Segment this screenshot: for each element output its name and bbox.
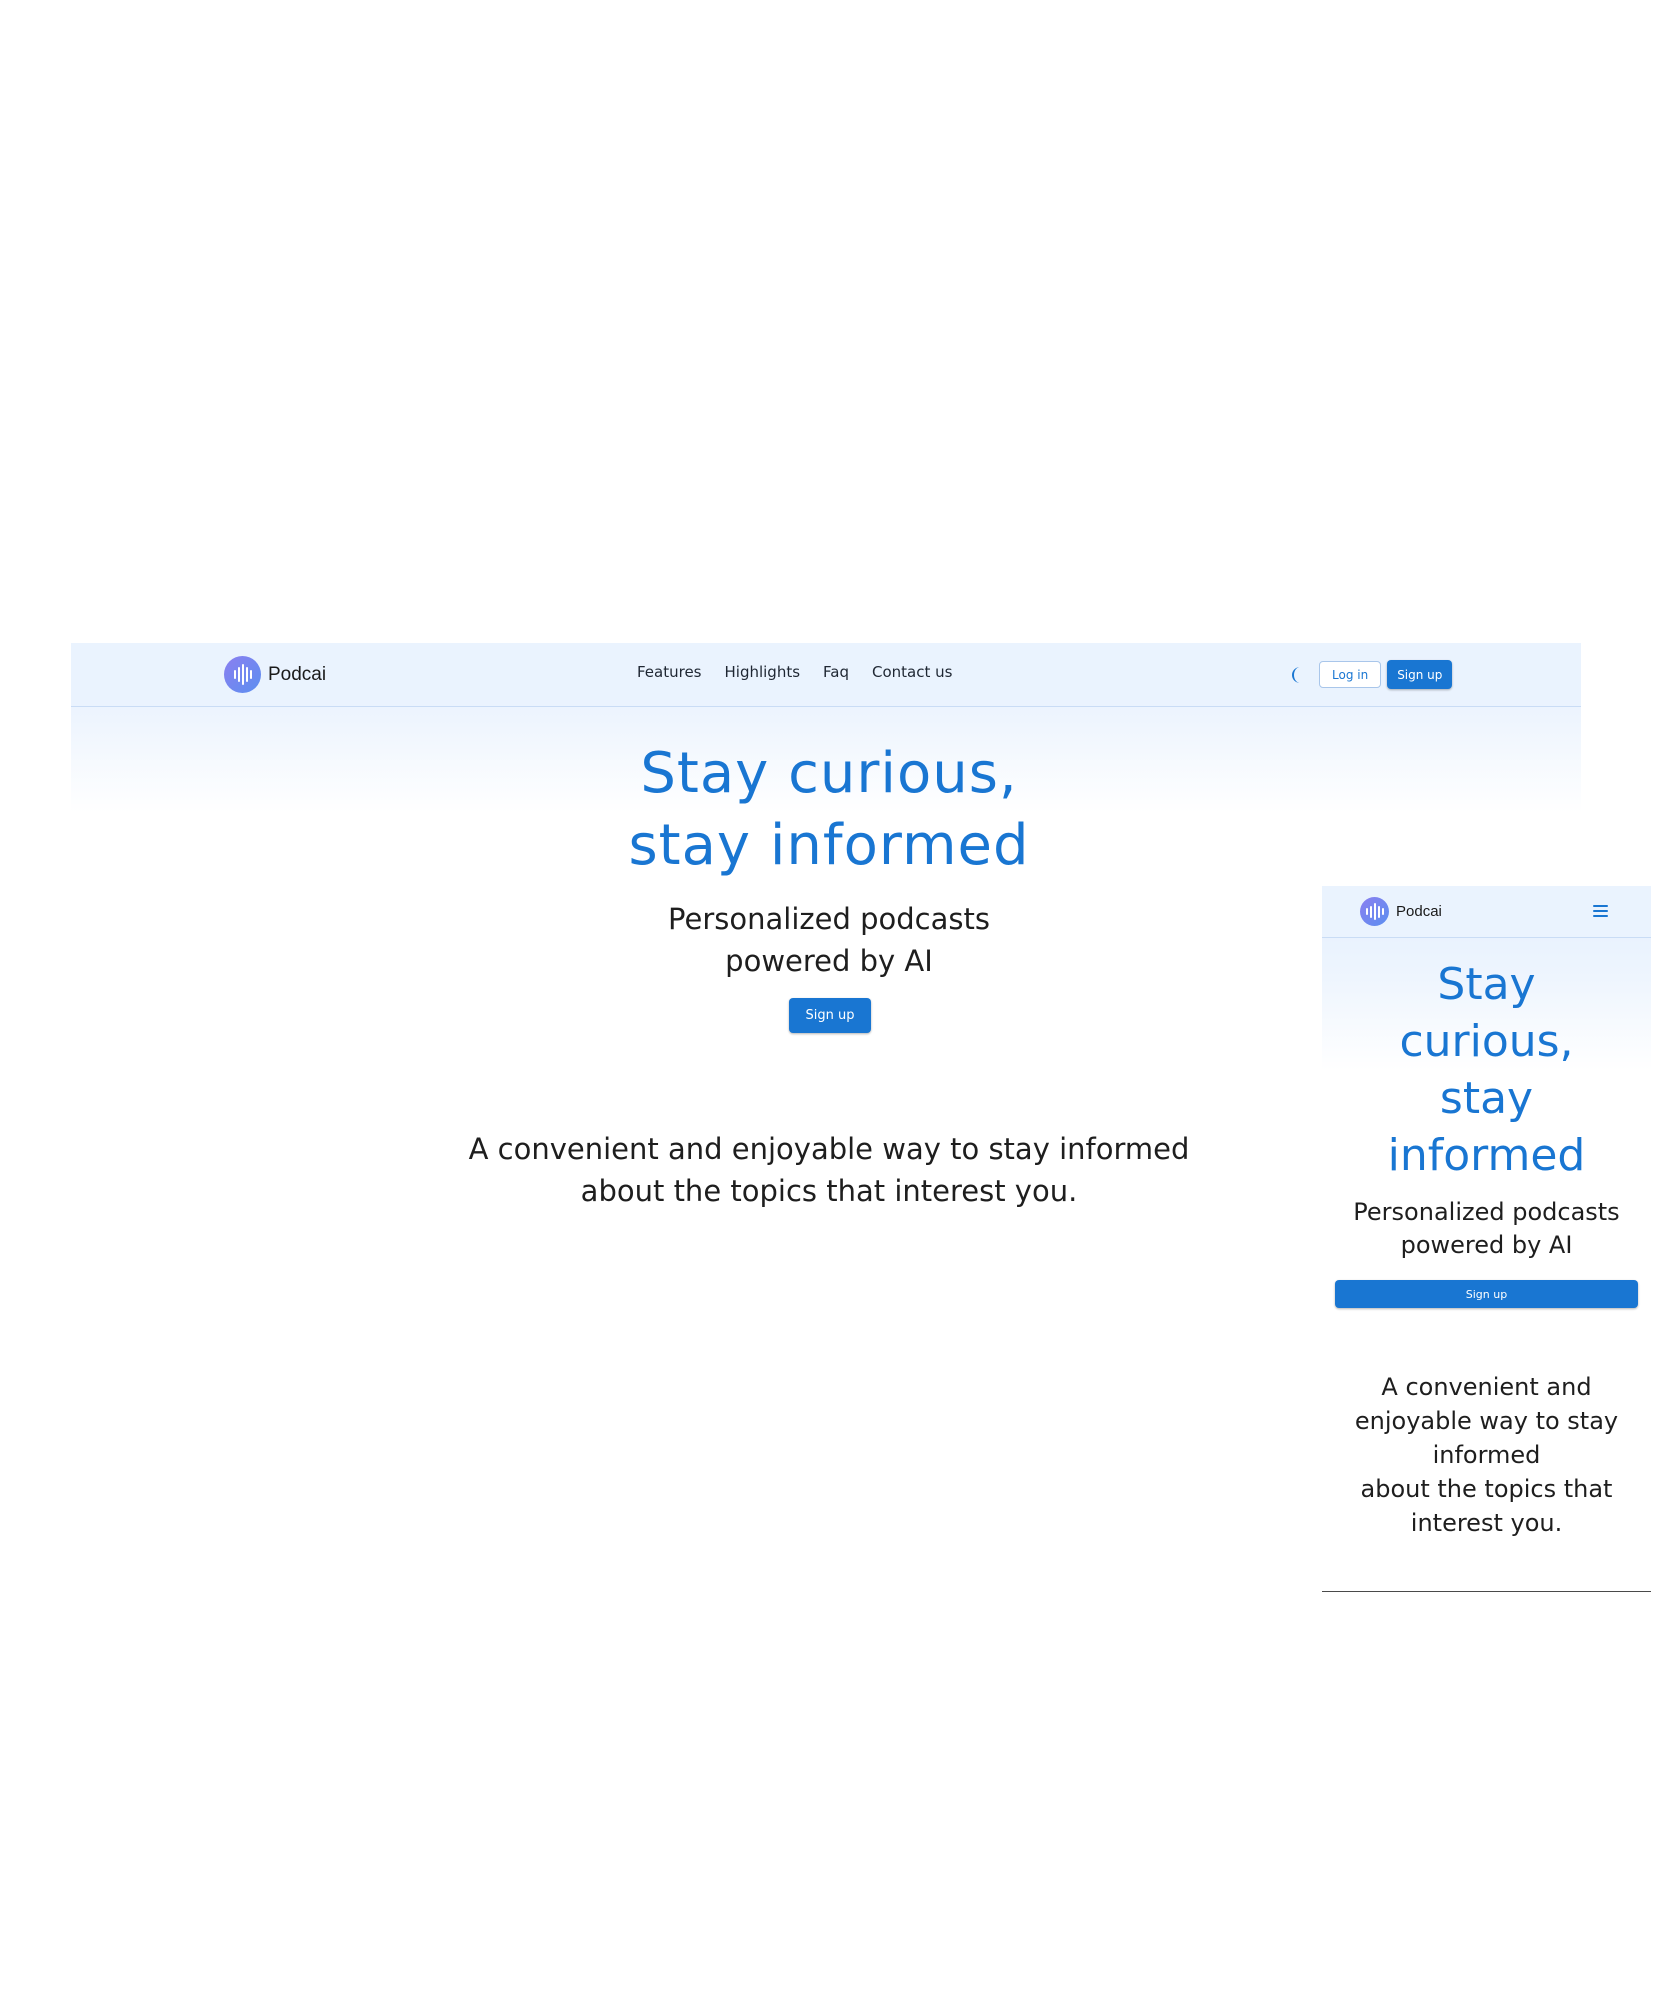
login-button[interactable]: Log in (1319, 661, 1382, 688)
nav-link-contact[interactable]: Contact us (872, 663, 952, 681)
mobile-description-line-2: enjoyable way to stay (1354, 1407, 1619, 1435)
mobile-hero-description: A convenient and enjoyable way to stay i… (1322, 1370, 1651, 1540)
nav-link-highlights[interactable]: Highlights (725, 663, 801, 681)
mobile-description-line-4: about the topics that (1360, 1475, 1613, 1503)
brand-name: Podcai (268, 663, 327, 685)
hamburger-menu-icon[interactable] (1593, 905, 1608, 917)
mobile-hero-subtitle: Personalized podcasts powered by AI (1322, 1196, 1651, 1262)
mobile-hero-title: Stay curious, stay informed (1322, 956, 1651, 1184)
nav-signup-button[interactable]: Sign up (1387, 660, 1453, 689)
soundwave-icon (1360, 897, 1389, 926)
hero-title: Stay curious, stay informed (71, 738, 1587, 882)
mobile-navbar: Podcai (1322, 886, 1651, 938)
hero-signup-button[interactable]: Sign up (789, 998, 871, 1033)
mobile-description-line-1: A convenient and (1381, 1373, 1592, 1401)
nav-link-features[interactable]: Features (637, 663, 702, 681)
hero-title-line-1: Stay curious, (640, 741, 1018, 806)
mobile-hero-signup-button[interactable]: Sign up (1335, 1280, 1638, 1308)
mobile-brand-logo-link[interactable]: Podcai (1360, 897, 1442, 926)
mobile-hero-title-line-1: Stay (1437, 959, 1536, 1010)
mobile-description-line-3: informed (1432, 1441, 1541, 1469)
brand-logo-link[interactable]: Podcai (224, 656, 326, 693)
mobile-divider (1322, 1591, 1651, 1592)
mobile-brand-name: Podcai (1396, 903, 1442, 920)
mobile-hero-subtitle-line-1: Personalized podcasts (1353, 1198, 1620, 1226)
desktop-navbar: Podcai Features Highlights Faq Contact u… (71, 643, 1581, 707)
soundwave-icon (224, 656, 261, 693)
nav-links: Features Highlights Faq Contact us (637, 663, 952, 681)
mobile-hero-title-line-4: informed (1387, 1130, 1586, 1181)
mobile-description-line-5: interest you. (1410, 1509, 1563, 1537)
mobile-hero-subtitle-line-2: powered by AI (1400, 1231, 1573, 1259)
nav-link-faq[interactable]: Faq (823, 663, 849, 681)
hero-title-line-2: stay informed (628, 813, 1030, 878)
nav-actions: Log in Sign up (1289, 660, 1453, 689)
mobile-hero-title-line-3: stay (1439, 1073, 1534, 1124)
mobile-hero-title-line-2: curious, (1399, 1016, 1574, 1067)
moon-icon[interactable] (1289, 666, 1305, 684)
mobile-preview: Podcai Stay curious, stay informed Perso… (1322, 886, 1651, 1592)
